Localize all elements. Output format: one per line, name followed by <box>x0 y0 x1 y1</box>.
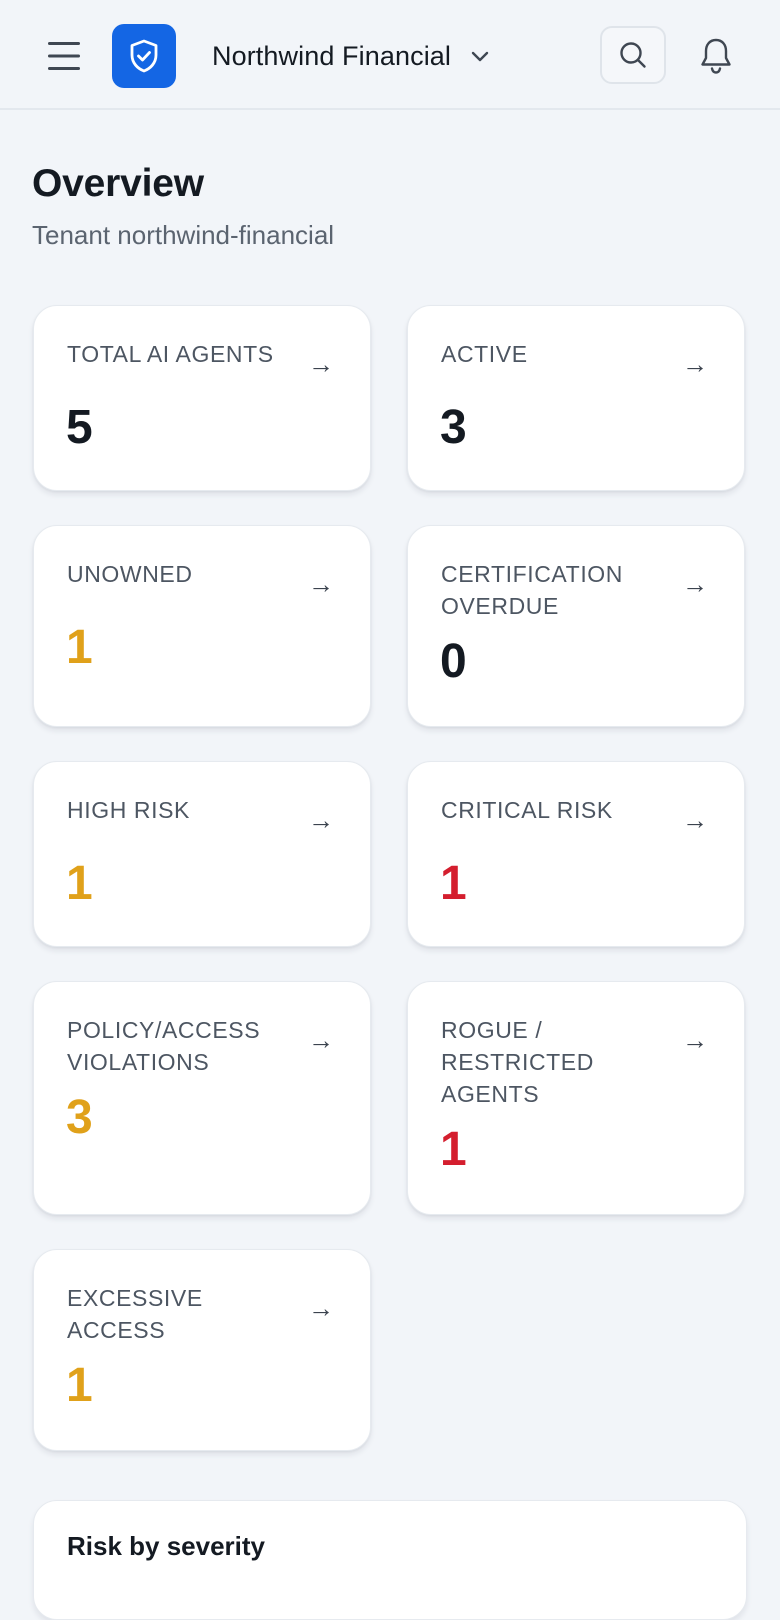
metric-value: 3 <box>440 401 467 454</box>
tenant-name: Northwind Financial <box>212 40 452 71</box>
metric-label: High risk <box>67 797 190 823</box>
metric-card-excessive-access[interactable]: Excessive access → 1 <box>33 1249 371 1451</box>
metric-label: Unowned <box>67 561 193 587</box>
app-logo[interactable] <box>112 24 176 88</box>
chevron-down-icon <box>471 51 489 62</box>
metric-value: 3 <box>66 1091 93 1144</box>
metric-card-total-ai-agents[interactable]: Total AI agents → 5 <box>33 305 371 491</box>
section-title: Risk by severity <box>67 1531 266 1561</box>
risk-by-severity-panel: Risk by severity <box>33 1500 747 1620</box>
metric-label: Active <box>441 341 528 367</box>
metric-card-policy-access-violations[interactable]: Policy/access violations → 3 <box>33 981 371 1215</box>
metric-card-unowned[interactable]: Unowned → 1 <box>33 525 371 727</box>
notifications-button[interactable] <box>692 32 740 80</box>
metric-card-critical-risk[interactable]: Critical risk → 1 <box>407 761 745 947</box>
metric-value: 1 <box>440 857 467 910</box>
shield-check-icon <box>130 39 158 73</box>
metric-card-high-risk[interactable]: High risk → 1 <box>33 761 371 947</box>
arrow-right-icon: → <box>308 1293 334 1323</box>
metric-label: Critical risk <box>441 797 613 823</box>
metric-card-certification-overdue[interactable]: Certification overdue → 0 <box>407 525 745 727</box>
metric-value: 1 <box>66 621 93 674</box>
arrow-right-icon: → <box>308 569 334 599</box>
metric-label: Rogue / restricted agents <box>441 1017 594 1107</box>
metric-label: Policy/access violations <box>67 1017 261 1075</box>
metric-value: 0 <box>440 635 467 688</box>
arrow-right-icon: → <box>308 1025 334 1055</box>
page-subtitle: Tenant northwind-financial <box>32 220 335 250</box>
metric-value: 5 <box>66 401 93 454</box>
arrow-right-icon: → <box>682 1025 708 1055</box>
metric-value: 1 <box>66 1359 93 1412</box>
hamburger-icon <box>48 42 80 70</box>
metric-label: Total AI agents <box>67 341 274 367</box>
search-button[interactable] <box>600 26 666 84</box>
arrow-right-icon: → <box>308 805 334 835</box>
metric-value: 1 <box>440 1123 467 1176</box>
tenant-switcher[interactable]: Northwind Financial <box>212 34 493 78</box>
bell-icon <box>701 38 731 74</box>
metric-card-active[interactable]: Active → 3 <box>407 305 745 491</box>
menu-button[interactable] <box>44 34 84 78</box>
arrow-right-icon: → <box>682 569 708 599</box>
page-title: Overview <box>32 162 204 205</box>
metric-value: 1 <box>66 857 93 910</box>
metric-label: Certification overdue <box>441 561 624 619</box>
search-icon <box>620 42 646 68</box>
metric-card-rogue-restricted-agents[interactable]: Rogue / restricted agents → 1 <box>407 981 745 1215</box>
arrow-right-icon: → <box>682 805 708 835</box>
top-bar: Northwind Financial <box>0 0 780 110</box>
arrow-right-icon: → <box>682 349 708 379</box>
arrow-right-icon: → <box>308 349 334 379</box>
metric-label: Excessive access <box>67 1285 203 1343</box>
